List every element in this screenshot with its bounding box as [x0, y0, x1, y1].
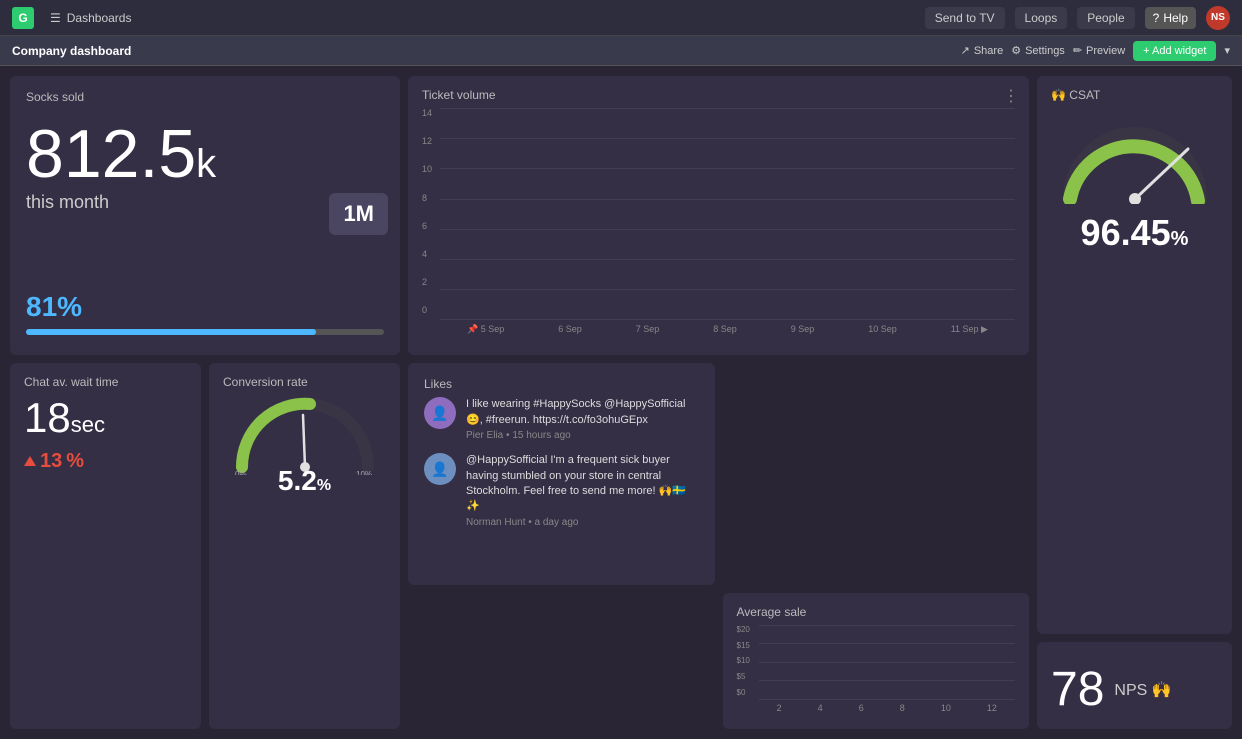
avg-sale-y-axis: $0 $5 $10 $15 $20 [737, 625, 759, 713]
app-logo: G [12, 7, 34, 29]
settings-button[interactable]: ⚙ Settings [1011, 44, 1065, 57]
ticket-x-axis: 📌 5 Sep 6 Sep 7 Sep 8 Sep 9 Sep 10 Sep 1… [440, 324, 1015, 335]
socks-percent: 81% [26, 291, 384, 323]
add-widget-button[interactable]: + Add widget [1133, 41, 1216, 61]
ticket-y-axis: 0 2 4 6 8 10 12 14 [422, 108, 440, 335]
settings-label: Settings [1025, 45, 1065, 57]
nps-row: 78 NPS 🙌 [1051, 662, 1218, 717]
people-button[interactable]: People [1077, 7, 1134, 29]
like-item-0: 👤 I like wearing #HappySocks @HappySoffi… [424, 397, 699, 441]
grid-lines [440, 108, 1015, 320]
share-label: Share [974, 45, 1003, 57]
user-avatar: NS [1206, 6, 1230, 30]
like-content-0: I like wearing #HappySocks @HappySoffici… [466, 397, 699, 441]
chat-title: Chat av. wait time [24, 375, 187, 389]
svg-text:0%: 0% [235, 470, 247, 475]
right-panel: 🙌 CSAT 0% 100% 96.45% [1037, 76, 1232, 729]
csat-widget: 🙌 CSAT 0% 100% 96.45% [1037, 76, 1232, 634]
preview-icon: ✏ [1073, 44, 1082, 57]
ticket-bars-container [440, 108, 1015, 320]
like-item-1: 👤 @HappySofficial I'm a frequent sick bu… [424, 453, 699, 528]
dashboard-title: Company dashboard [12, 44, 131, 58]
avg-sale-chart-area: $0 $5 $10 $15 $20 [737, 625, 1016, 713]
sub-nav: Company dashboard ↗ Share ⚙ Settings ✏ P… [0, 36, 1242, 66]
progress-bar-container [26, 329, 384, 335]
chat-change: 13% [24, 450, 187, 473]
nps-label: NPS 🙌 [1114, 680, 1171, 700]
svg-text:10%: 10% [356, 470, 372, 475]
csat-title: 🙌 CSAT [1051, 88, 1218, 102]
conversion-gauge-wrapper: 0% 10% [223, 395, 386, 475]
like-text-0: I like wearing #HappySocks @HappySoffici… [466, 397, 699, 428]
share-button[interactable]: ↗ Share [961, 44, 1004, 57]
hamburger-icon: ☰ [50, 11, 61, 25]
socks-sold-value: 812.5k [26, 120, 384, 188]
preview-button[interactable]: ✏ Preview [1073, 44, 1125, 57]
socks-bottom: 81% [26, 275, 384, 341]
preview-label: Preview [1086, 45, 1125, 57]
ticket-chart-inner: 📌 5 Sep 6 Sep 7 Sep 8 Sep 9 Sep 10 Sep 1… [440, 108, 1015, 335]
widget-menu-icon[interactable]: ⋮ [1003, 86, 1019, 106]
chat-value: 18sec [24, 395, 187, 441]
bottom-left-row: Chat av. wait time 18sec 13% Conversion … [10, 363, 400, 729]
avg-sale-title: Average sale [737, 605, 1016, 619]
ticket-chart-area: 0 2 4 6 8 10 12 14 [422, 108, 1015, 335]
nav-right: Send to TV Loops People ? Help NS [925, 6, 1230, 30]
csat-gauge-container: 0% 100% [1051, 114, 1218, 204]
nav-dashboards: ☰ Dashboards [50, 11, 131, 25]
nav-dashboards-label: Dashboards [67, 11, 132, 25]
ticket-volume-widget: Ticket volume ⋮ 0 2 4 6 8 10 12 14 [408, 76, 1029, 355]
help-label: Help [1163, 11, 1188, 25]
conversion-rate-widget: Conversion rate 0% 10% 5.2% [209, 363, 400, 729]
avg-sale-bars-container [759, 625, 1016, 700]
like-meta-0: Pier Elia • 15 hours ago [466, 430, 699, 441]
period-badge: 1M [329, 193, 388, 235]
chat-change-value: 13 [40, 450, 62, 473]
conversion-title: Conversion rate [223, 375, 386, 389]
help-button[interactable]: ? Help [1145, 7, 1196, 29]
likes-title: Likes [424, 377, 699, 391]
like-text-1: @HappySofficial I'm a frequent sick buye… [466, 453, 699, 515]
like-meta-1: Norman Hunt • a day ago [466, 517, 699, 528]
avg-sale-x-axis: 2 4 6 8 10 12 [759, 703, 1016, 713]
chat-wait-widget: Chat av. wait time 18sec 13% [10, 363, 201, 729]
nps-widget: 78 NPS 🙌 [1037, 642, 1232, 729]
csat-value: 96.45% [1051, 212, 1218, 254]
ticket-volume-title: Ticket volume [422, 88, 1015, 102]
middle-bottom-row: Average sale $0 $5 $10 $15 $20 [408, 363, 1029, 729]
share-icon: ↗ [961, 44, 970, 57]
likes-widget: Likes 👤 I like wearing #HappySocks @Happ… [408, 363, 715, 585]
avg-sale-widget: Average sale $0 $5 $10 $15 $20 [723, 593, 1030, 729]
question-icon: ? [1153, 11, 1160, 25]
nps-value: 78 [1051, 662, 1104, 717]
settings-icon: ⚙ [1011, 44, 1021, 57]
like-avatar-1: 👤 [424, 453, 456, 485]
dashboard: Socks sold 812.5k this month 1M 81% Tick… [0, 66, 1242, 739]
avg-sale-chart-inner: 2 4 6 8 10 12 [759, 625, 1016, 713]
like-content-1: @HappySofficial I'm a frequent sick buye… [466, 453, 699, 528]
progress-bar [26, 329, 316, 335]
conversion-gauge-svg: 0% 10% [230, 395, 380, 475]
add-widget-dropdown-button[interactable]: ▾ [1224, 44, 1230, 57]
sub-nav-actions: ↗ Share ⚙ Settings ✏ Preview + Add widge… [961, 41, 1230, 61]
up-arrow-icon [24, 456, 36, 466]
send-to-tv-button[interactable]: Send to TV [925, 7, 1005, 29]
csat-gauge-svg: 0% 100% [1055, 114, 1215, 204]
loops-button[interactable]: Loops [1015, 7, 1068, 29]
socks-sold-widget: Socks sold 812.5k this month 1M 81% [10, 76, 400, 355]
like-avatar-0: 👤 [424, 397, 456, 429]
top-nav: G ☰ Dashboards Send to TV Loops People ?… [0, 0, 1242, 36]
socks-sold-title: Socks sold [26, 90, 384, 104]
